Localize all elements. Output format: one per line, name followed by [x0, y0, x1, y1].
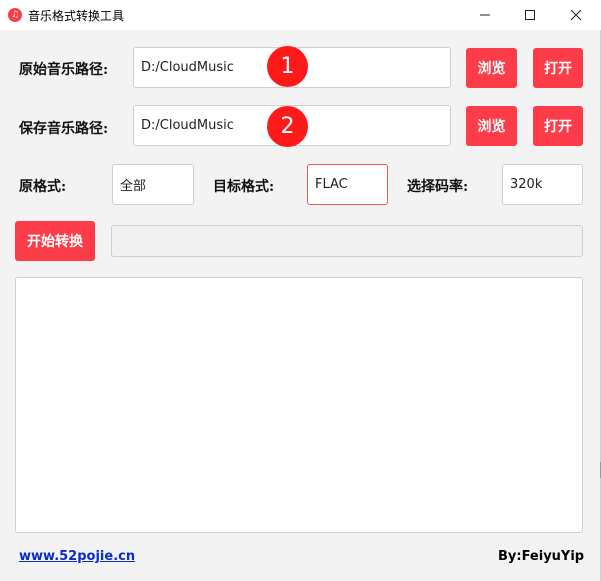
maximize-icon: [525, 10, 535, 20]
step-marker-2: 2: [267, 106, 308, 147]
close-button[interactable]: [553, 0, 599, 30]
source-path-label: 原始音乐路径:: [19, 62, 109, 78]
start-convert-button[interactable]: 开始转换: [15, 221, 95, 261]
close-icon: [571, 10, 581, 20]
save-path-label: 保存音乐路径:: [19, 121, 109, 137]
app-window: ♫ 音乐格式转换工具 原始音乐路径: D:/CloudMusic 1 浏览 打开…: [0, 0, 601, 581]
website-link[interactable]: www.52pojie.cn: [19, 549, 135, 564]
bitrate-label: 选择码率:: [407, 179, 469, 195]
minimize-icon: [480, 14, 490, 16]
source-browse-button[interactable]: 浏览: [466, 48, 517, 88]
save-browse-button[interactable]: 浏览: [466, 106, 517, 146]
source-format-select[interactable]: 全部: [112, 164, 194, 205]
window-title: 音乐格式转换工具: [28, 9, 125, 23]
maximize-button[interactable]: [507, 0, 553, 30]
save-open-button[interactable]: 打开: [533, 106, 583, 146]
target-format-label: 目标格式:: [213, 179, 275, 195]
minimize-button[interactable]: [462, 0, 508, 30]
log-output-area[interactable]: [15, 277, 583, 533]
source-format-label: 原格式:: [19, 179, 67, 195]
resize-edge[interactable]: [597, 462, 601, 478]
step-marker-1: 1: [267, 46, 308, 87]
title-bar[interactable]: ♫ 音乐格式转换工具: [0, 0, 601, 30]
music-note-icon: ♫: [8, 8, 22, 22]
author-credit: By:FeiyuYip: [498, 549, 585, 564]
progress-bar: [111, 225, 583, 257]
bitrate-select[interactable]: 320k: [502, 164, 583, 205]
target-format-select[interactable]: FLAC: [307, 164, 388, 205]
source-open-button[interactable]: 打开: [533, 48, 583, 88]
